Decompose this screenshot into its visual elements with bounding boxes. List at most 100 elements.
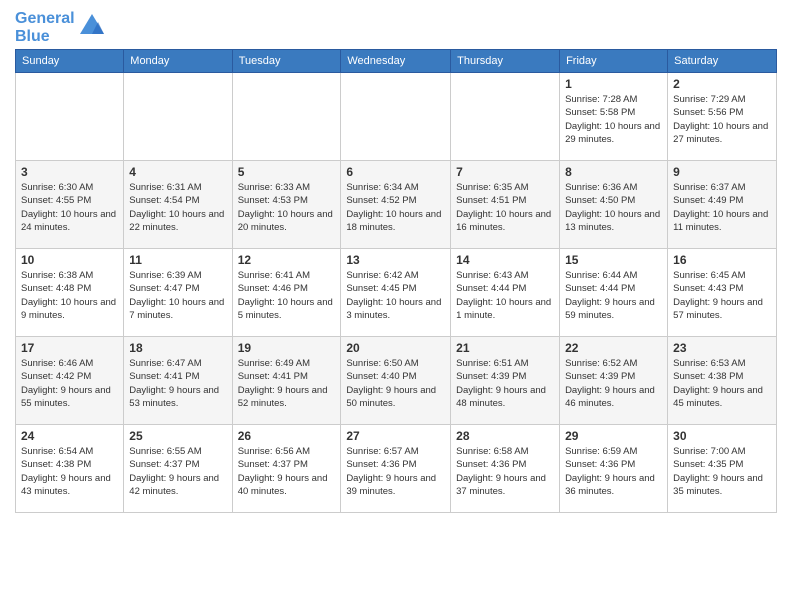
- calendar-cell-w3-d1: 10 Sunrise: 6:38 AM Sunset: 4:48 PM Dayli…: [16, 249, 124, 337]
- day-number: 11: [129, 253, 226, 267]
- day-info: Sunrise: 6:41 AM Sunset: 4:46 PM Dayligh…: [238, 269, 336, 322]
- day-info: Sunrise: 6:59 AM Sunset: 4:36 PM Dayligh…: [565, 445, 662, 498]
- calendar-cell-w1-d6: 1Sunrise: 7:28 AM Sunset: 5:58 PM Daylig…: [560, 73, 668, 161]
- calendar-cell-w4-d1: 17 Sunrise: 6:46 AM Sunset: 4:42 PM Dayli…: [16, 337, 124, 425]
- day-info: Sunrise: 6:47 AM Sunset: 4:41 PM Dayligh…: [129, 357, 226, 410]
- day-info: Sunrise: 6:30 AM Sunset: 4:55 PM Dayligh…: [21, 181, 118, 234]
- day-info: Sunrise: 7:00 AM Sunset: 4:35 PM Dayligh…: [673, 445, 771, 498]
- day-info: Sunrise: 6:38 AM Sunset: 4:48 PM Dayligh…: [21, 269, 118, 322]
- calendar-cell-w1-d1: [16, 73, 124, 161]
- calendar-cell-w1-d7: 2 Sunrise: 7:29 AM Sunset: 5:56 PM Daylig…: [668, 73, 777, 161]
- logo-text-block: General Blue: [15, 10, 106, 45]
- day-info: Sunrise: 6:49 AM Sunset: 4:41 PM Dayligh…: [238, 357, 336, 410]
- day-number: 26: [238, 429, 336, 443]
- calendar-cell-w2-d2: 4 Sunrise: 6:31 AM Sunset: 4:54 PM Daylig…: [124, 161, 232, 249]
- calendar-cell-w4-d3: 19 Sunrise: 6:49 AM Sunset: 4:41 PM Dayli…: [232, 337, 341, 425]
- day-info: Sunrise: 6:43 AM Sunset: 4:44 PM Dayligh…: [456, 269, 554, 322]
- day-info: Sunrise: 6:53 AM Sunset: 4:38 PM Dayligh…: [673, 357, 771, 410]
- calendar-cell-w3-d4: 13 Sunrise: 6:42 AM Sunset: 4:45 PM Dayli…: [341, 249, 451, 337]
- day-info: Sunrise: 6:50 AM Sunset: 4:40 PM Dayligh…: [346, 357, 445, 410]
- logo-line1: General: [15, 10, 75, 28]
- day-info: Sunrise: 6:46 AM Sunset: 4:42 PM Dayligh…: [21, 357, 118, 410]
- day-info: Sunrise: 6:33 AM Sunset: 4:53 PM Dayligh…: [238, 181, 336, 234]
- calendar-cell-w2-d3: 5 Sunrise: 6:33 AM Sunset: 4:53 PM Daylig…: [232, 161, 341, 249]
- day-number: 5: [238, 165, 336, 179]
- col-tuesday: Tuesday: [232, 50, 341, 73]
- header: General Blue: [15, 10, 777, 45]
- day-number: 3: [21, 165, 118, 179]
- day-info: Sunrise: 6:39 AM Sunset: 4:47 PM Dayligh…: [129, 269, 226, 322]
- calendar-cell-w2-d5: 7 Sunrise: 6:35 AM Sunset: 4:51 PM Daylig…: [451, 161, 560, 249]
- logo: General Blue: [15, 10, 106, 45]
- day-number: 30: [673, 429, 771, 443]
- day-info: Sunrise: 6:35 AM Sunset: 4:51 PM Dayligh…: [456, 181, 554, 234]
- day-number: 22: [565, 341, 662, 355]
- page-container: General Blue Sunday Monday Tuesday: [0, 0, 792, 523]
- calendar-week-1: 1Sunrise: 7:28 AM Sunset: 5:58 PM Daylig…: [16, 73, 777, 161]
- calendar-header-row: Sunday Monday Tuesday Wednesday Thursday…: [16, 50, 777, 73]
- day-number: 20: [346, 341, 445, 355]
- day-number: 29: [565, 429, 662, 443]
- day-info: Sunrise: 6:34 AM Sunset: 4:52 PM Dayligh…: [346, 181, 445, 234]
- calendar-week-3: 10 Sunrise: 6:38 AM Sunset: 4:48 PM Dayli…: [16, 249, 777, 337]
- calendar-cell-w2-d4: 6 Sunrise: 6:34 AM Sunset: 4:52 PM Daylig…: [341, 161, 451, 249]
- col-saturday: Saturday: [668, 50, 777, 73]
- day-number: 8: [565, 165, 662, 179]
- calendar-table: Sunday Monday Tuesday Wednesday Thursday…: [15, 49, 777, 513]
- day-number: 9: [673, 165, 771, 179]
- day-number: 13: [346, 253, 445, 267]
- day-info: Sunrise: 7:28 AM Sunset: 5:58 PM Dayligh…: [565, 93, 662, 146]
- col-friday: Friday: [560, 50, 668, 73]
- calendar-cell-w5-d5: 28Sunrise: 6:58 AM Sunset: 4:36 PM Dayli…: [451, 425, 560, 513]
- day-number: 25: [129, 429, 226, 443]
- calendar-cell-w4-d7: 23 Sunrise: 6:53 AM Sunset: 4:38 PM Dayli…: [668, 337, 777, 425]
- day-info: Sunrise: 6:51 AM Sunset: 4:39 PM Dayligh…: [456, 357, 554, 410]
- calendar-cell-w3-d3: 12 Sunrise: 6:41 AM Sunset: 4:46 PM Dayli…: [232, 249, 341, 337]
- calendar-cell-w4-d6: 22 Sunrise: 6:52 AM Sunset: 4:39 PM Dayli…: [560, 337, 668, 425]
- day-info: Sunrise: 6:58 AM Sunset: 4:36 PM Dayligh…: [456, 445, 554, 498]
- day-info: Sunrise: 6:54 AM Sunset: 4:38 PM Dayligh…: [21, 445, 118, 498]
- col-sunday: Sunday: [16, 50, 124, 73]
- day-info: Sunrise: 6:42 AM Sunset: 4:45 PM Dayligh…: [346, 269, 445, 322]
- calendar-week-2: 3 Sunrise: 6:30 AM Sunset: 4:55 PM Daylig…: [16, 161, 777, 249]
- calendar-cell-w5-d3: 26 Sunrise: 6:56 AM Sunset: 4:37 PM Dayli…: [232, 425, 341, 513]
- calendar-cell-w5-d6: 29 Sunrise: 6:59 AM Sunset: 4:36 PM Dayli…: [560, 425, 668, 513]
- day-number: 6: [346, 165, 445, 179]
- calendar-cell-w1-d3: [232, 73, 341, 161]
- day-number: 4: [129, 165, 226, 179]
- calendar-cell-w3-d7: 16Sunrise: 6:45 AM Sunset: 4:43 PM Dayli…: [668, 249, 777, 337]
- calendar-cell-w2-d6: 8 Sunrise: 6:36 AM Sunset: 4:50 PM Daylig…: [560, 161, 668, 249]
- day-number: 2: [673, 77, 771, 91]
- day-number: 16: [673, 253, 771, 267]
- day-info: Sunrise: 6:44 AM Sunset: 4:44 PM Dayligh…: [565, 269, 662, 322]
- calendar-cell-w4-d5: 21Sunrise: 6:51 AM Sunset: 4:39 PM Dayli…: [451, 337, 560, 425]
- day-number: 17: [21, 341, 118, 355]
- col-monday: Monday: [124, 50, 232, 73]
- calendar-cell-w3-d6: 15 Sunrise: 6:44 AM Sunset: 4:44 PM Dayli…: [560, 249, 668, 337]
- calendar-week-5: 24Sunrise: 6:54 AM Sunset: 4:38 PM Dayli…: [16, 425, 777, 513]
- day-number: 12: [238, 253, 336, 267]
- calendar-cell-w2-d1: 3 Sunrise: 6:30 AM Sunset: 4:55 PM Daylig…: [16, 161, 124, 249]
- day-number: 10: [21, 253, 118, 267]
- day-number: 23: [673, 341, 771, 355]
- calendar-week-4: 17 Sunrise: 6:46 AM Sunset: 4:42 PM Dayli…: [16, 337, 777, 425]
- calendar-cell-w4-d4: 20 Sunrise: 6:50 AM Sunset: 4:40 PM Dayli…: [341, 337, 451, 425]
- day-number: 7: [456, 165, 554, 179]
- day-info: Sunrise: 6:36 AM Sunset: 4:50 PM Dayligh…: [565, 181, 662, 234]
- calendar-cell-w3-d5: 14 Sunrise: 6:43 AM Sunset: 4:44 PM Dayli…: [451, 249, 560, 337]
- calendar-cell-w2-d7: 9 Sunrise: 6:37 AM Sunset: 4:49 PM Daylig…: [668, 161, 777, 249]
- day-info: Sunrise: 6:57 AM Sunset: 4:36 PM Dayligh…: [346, 445, 445, 498]
- day-number: 15: [565, 253, 662, 267]
- calendar-cell-w1-d5: [451, 73, 560, 161]
- calendar-cell-w1-d4: [341, 73, 451, 161]
- day-number: 19: [238, 341, 336, 355]
- day-info: Sunrise: 6:52 AM Sunset: 4:39 PM Dayligh…: [565, 357, 662, 410]
- day-info: Sunrise: 6:37 AM Sunset: 4:49 PM Dayligh…: [673, 181, 771, 234]
- calendar-cell-w5-d1: 24Sunrise: 6:54 AM Sunset: 4:38 PM Dayli…: [16, 425, 124, 513]
- day-info: Sunrise: 6:56 AM Sunset: 4:37 PM Dayligh…: [238, 445, 336, 498]
- day-number: 27: [346, 429, 445, 443]
- calendar-cell-w1-d2: [124, 73, 232, 161]
- day-info: Sunrise: 7:29 AM Sunset: 5:56 PM Dayligh…: [673, 93, 771, 146]
- day-info: Sunrise: 6:31 AM Sunset: 4:54 PM Dayligh…: [129, 181, 226, 234]
- day-number: 14: [456, 253, 554, 267]
